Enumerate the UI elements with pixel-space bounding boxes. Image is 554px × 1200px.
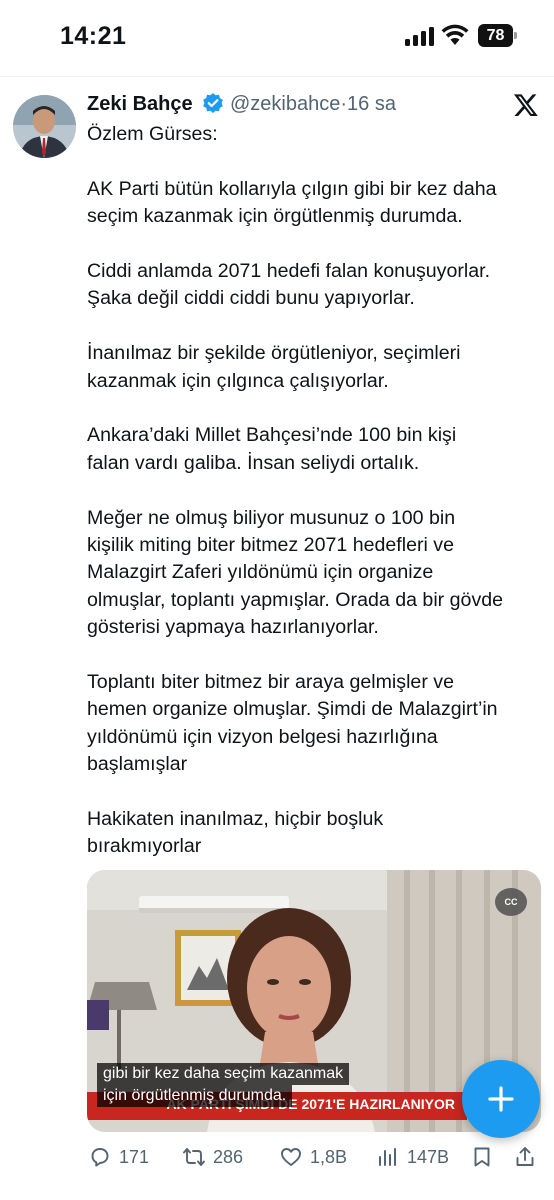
caption-line-1: gibi bir kez daha seçim kazanmak: [97, 1063, 350, 1085]
tweet-paragraph: Meğer ne olmuş biliyor musunuz o 100 bin…: [87, 505, 547, 642]
tweet-text: Özlem Gürses: AK Parti bütün kollarıyla ç…: [87, 121, 547, 861]
x-logo-icon[interactable]: [513, 92, 539, 118]
tweet-line: Ciddi anlamda 2071 hedefi falan konuşuyo…: [87, 260, 491, 282]
views-button[interactable]: 147B: [376, 1140, 449, 1174]
like-button[interactable]: 1,8B: [279, 1140, 347, 1174]
reply-count: 171: [119, 1146, 150, 1167]
tweet-line: başlamışlar: [87, 753, 188, 776]
repost-count: 286: [213, 1146, 244, 1167]
tweet-line: AK Parti bütün kollarıyla çılgın gibi bi…: [87, 177, 497, 200]
tweet-line: kazanmak için çılgınca çalışıyorlar.: [87, 369, 389, 392]
tweet-line: Ankara’daki Millet Bahçesi’nde 100 bin k…: [87, 424, 457, 447]
tweet-line: Şaka değil ciddi ciddi bunu yapıyorlar.: [87, 287, 415, 310]
bookmark-button[interactable]: [470, 1140, 494, 1174]
tweet-line: falan vardı galiba. İnsan seliydi ortalı…: [87, 451, 420, 474]
tweet-paragraph: Toplantı biter bitmez bir araya gelmişle…: [87, 669, 547, 779]
signal-icon: [405, 26, 435, 46]
plus-icon: [488, 1086, 514, 1112]
status-bar: 14:21 78: [0, 0, 554, 74]
author-handle: @zekibahce: [230, 93, 341, 115]
cc-button[interactable]: CC: [495, 888, 527, 916]
tweet-actions: 171 286 1,8B 147B: [0, 1140, 554, 1174]
tweet-line: yıldönümü için vizyon belgesi hazırlığın…: [87, 725, 438, 748]
tweet-line: Malazgirt Zaferi yıldönümü için organize: [87, 561, 434, 584]
tweet-time: 16 sa: [347, 93, 396, 115]
battery-level: 78: [478, 24, 513, 47]
avatar[interactable]: [13, 95, 76, 158]
tweet-paragraph: İnanılmaz bir şekilde örgütleniyor, seçi…: [87, 340, 547, 395]
tweet-paragraph: Hakikaten inanılmaz, hiçbir boşluk bırakm…: [87, 806, 547, 861]
repost-icon: [183, 1148, 205, 1166]
repost-button[interactable]: 286: [182, 1140, 243, 1174]
top-divider: [0, 76, 554, 77]
tweet-line: olmuşlar, toplantı yapmışlar. Orada da b…: [87, 588, 504, 611]
tweet-line: kişilik miting biter bitmez 2071 hedefle…: [87, 534, 455, 557]
tweet-line: Meğer ne olmuş biliyor musunuz o 100 bin: [87, 506, 456, 529]
battery-icon: 78: [478, 24, 518, 47]
tweet-paragraph: Özlem Gürses:: [87, 121, 547, 148]
tweet-line: Toplantı biter bitmez bir araya gelmişle…: [87, 671, 454, 694]
tweet-line: İnanılmaz bir şekilde örgütleniyor, seçi…: [87, 342, 461, 365]
like-count: 1,8B: [310, 1146, 348, 1167]
tweet-line: bırakmıyorlar: [87, 835, 202, 858]
heart-icon: [281, 1148, 301, 1166]
bookmark-icon: [474, 1147, 490, 1167]
handle-line[interactable]: @zekibahce·16 sa: [230, 93, 396, 116]
reply-icon: [91, 1148, 109, 1167]
tweet-line: gösterisi yapmaya hazırlanıyorlar.: [87, 616, 379, 639]
tweet-line: hemen organize olmuşlar. Şimdi de Malazg…: [87, 698, 498, 721]
share-icon: [516, 1147, 534, 1166]
author-name[interactable]: Zeki Bahçe: [87, 93, 193, 116]
analytics-icon: [379, 1148, 396, 1166]
tweet-line: Özlem Gürses:: [87, 123, 218, 145]
verified-badge-icon: [203, 93, 223, 113]
wifi-icon: [441, 24, 469, 45]
video-captions: gibi bir kez daha seçim kazanmak için ör…: [97, 1063, 409, 1107]
tweet-line: Hakikaten inanılmaz, hiçbir boşluk: [87, 808, 384, 831]
avatar-image: [13, 95, 76, 158]
compose-button[interactable]: [462, 1060, 540, 1138]
status-time: 14:21: [60, 22, 127, 50]
share-button[interactable]: [513, 1140, 537, 1174]
caption-line-2: için örgütlenmiş durumda.: [97, 1085, 293, 1107]
reply-button[interactable]: 171: [88, 1140, 149, 1174]
tweet-line: seçim kazanmak için örgütlenmiş durumda.: [87, 205, 463, 228]
tweet-paragraph: Ankara’daki Millet Bahçesi’nde 100 bin k…: [87, 422, 547, 477]
tweet-paragraph: Ciddi anlamda 2071 hedefi falan konuşuyo…: [87, 258, 547, 313]
view-count: 147B: [407, 1146, 450, 1167]
tweet-paragraph: AK Parti bütün kollarıyla çılgın gibi bi…: [87, 176, 547, 231]
